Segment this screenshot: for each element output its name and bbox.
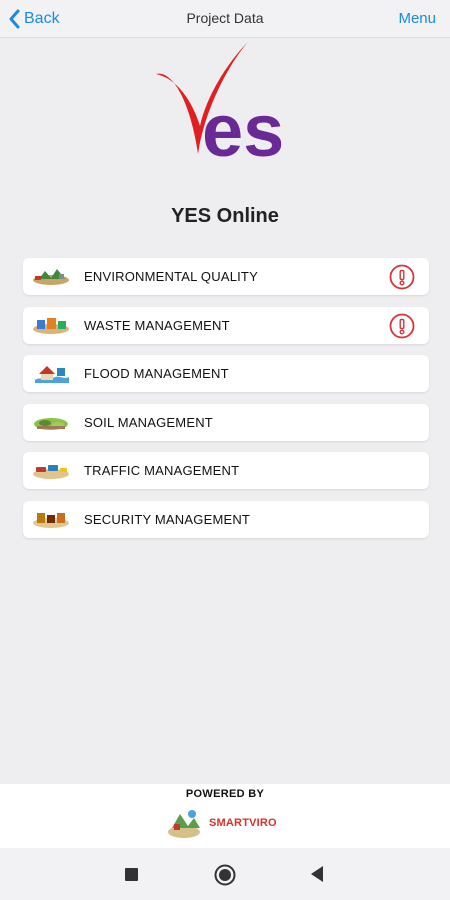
powered-by-label: POWERED BY [185, 788, 265, 800]
list-item-flood-management[interactable]: FLOOD MANAGEMENT [23, 355, 429, 392]
flood-icon [35, 366, 69, 383]
home-icon[interactable] [214, 864, 236, 886]
security-icon [33, 512, 69, 528]
alert-icon[interactable] [389, 264, 415, 290]
list-item-waste-management[interactable]: WASTE MANAGEMENT [23, 306, 429, 344]
traffic-icon [33, 465, 69, 479]
recent-apps-icon[interactable] [125, 868, 138, 881]
item-label: SOIL MANAGEMENT [84, 414, 213, 430]
page-title: Project Data [186, 10, 264, 26]
item-label: FLOOD MANAGEMENT [84, 366, 229, 381]
item-label: TRAFFIC MANAGEMENT [84, 463, 240, 478]
menu-button[interactable]: Menu [398, 10, 436, 27]
waste-icon [33, 317, 69, 334]
environment-icon [33, 269, 69, 285]
list-item-traffic-management[interactable]: TRAFFIC MANAGEMENT [23, 452, 429, 489]
list-item-security-management[interactable]: SECURITY MANAGEMENT [23, 500, 429, 538]
brand-name: SMARTVIRO [209, 817, 277, 829]
app-title: YES Online [171, 205, 279, 227]
system-navbar [0, 848, 450, 900]
category-list: ENVIRONMENTAL QUALITY WASTE MANAGEMENT F [23, 258, 429, 549]
soil-icon [34, 417, 68, 430]
footer: POWERED BY SMARTVIRO [0, 784, 450, 848]
list-item-soil-management[interactable]: SOIL MANAGEMENT [23, 403, 429, 441]
list-item-environmental-quality[interactable]: ENVIRONMENTAL QUALITY [23, 258, 429, 295]
logo-text: es [202, 89, 284, 162]
yes-logo: es [156, 42, 284, 162]
header-bar: Back Project Data Menu [0, 0, 450, 38]
alert-icon[interactable] [389, 313, 415, 339]
item-label: ENVIRONMENTAL QUALITY [84, 269, 258, 284]
item-label: SECURITY MANAGEMENT [84, 511, 251, 527]
back-triangle-icon[interactable] [309, 865, 325, 883]
smartviro-logo [168, 810, 200, 838]
item-label: WASTE MANAGEMENT [84, 317, 230, 333]
